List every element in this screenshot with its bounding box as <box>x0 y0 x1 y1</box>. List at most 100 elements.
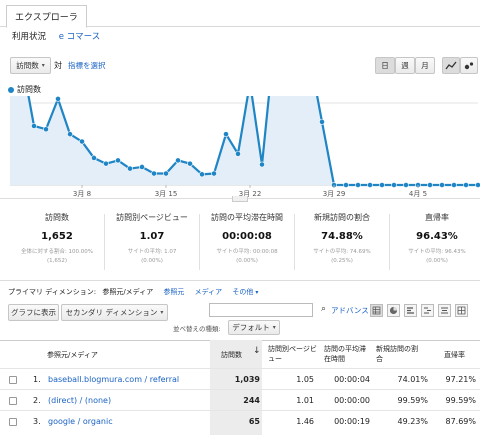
table-view-icon[interactable] <box>370 304 383 317</box>
row-source-link[interactable]: google / organic <box>48 417 113 426</box>
row-index: 3. <box>33 417 41 426</box>
bar-view-icon[interactable] <box>404 304 417 317</box>
data-point <box>91 155 97 161</box>
primary-dimension-row: プライマリ ディメンション: 参照元/メディア 参照元 メディア その他 ▾ <box>8 287 258 297</box>
data-point <box>343 182 349 188</box>
row-bounce-rate: 99.59% <box>445 396 476 405</box>
summary-metric-label: 訪問数 <box>45 213 69 222</box>
data-point <box>211 170 217 177</box>
summary-separator <box>389 214 390 270</box>
term-cloud-view-icon[interactable] <box>438 304 451 317</box>
table-search-input[interactable]: ⌕ <box>209 303 326 317</box>
summary-metric-comparison: (0.25%) <box>331 258 353 264</box>
data-point <box>151 170 157 177</box>
data-point <box>187 160 193 167</box>
row-checkbox[interactable] <box>9 397 17 405</box>
summary-metric-site-average: サイトの平均: 1.07 <box>127 249 177 255</box>
data-point <box>67 131 73 138</box>
data-point <box>451 182 457 188</box>
header-avg-duration[interactable]: 訪問の平均滞在時間 <box>324 344 366 364</box>
row-checkbox[interactable] <box>9 376 17 384</box>
data-point <box>439 182 445 188</box>
row-pages-per-visit: 1.46 <box>296 417 314 426</box>
header-pages-per-visit[interactable]: 訪問別ページビュー <box>268 344 320 364</box>
x-tick-label: 3月 29 <box>323 190 346 198</box>
subnav-usage[interactable]: 利用状況 <box>12 32 46 42</box>
select-metric-link[interactable]: 指標を選択 <box>68 60 106 71</box>
dimension-medium-link[interactable]: メディア <box>195 288 223 296</box>
tab-explorer[interactable]: エクスプローラ <box>6 5 87 28</box>
line-chart-icon[interactable] <box>442 57 460 74</box>
table-row: 2. (direct) / (none) 244 1.01 00:00:00 99.59%… <box>0 389 480 411</box>
row-index: 1. <box>33 375 41 384</box>
row-pages-per-visit: 1.05 <box>296 375 314 384</box>
summary-divider <box>0 280 480 281</box>
primary-dimension-label: プライマリ ディメンション: <box>8 288 97 296</box>
summary-metric: 新規訪問の割合 74.88% サイトの平均: 74.69% (0.25%) <box>295 212 389 266</box>
chevron-down-icon: ▾ <box>160 309 164 316</box>
summary-separator <box>104 214 105 270</box>
chevron-down-icon: ▾ <box>253 289 259 296</box>
data-point <box>367 182 373 188</box>
row-new-visits: 74.01% <box>397 375 428 384</box>
search-icon[interactable]: ⌕ <box>321 304 326 314</box>
row-pages-per-visit: 1.01 <box>296 396 314 405</box>
data-point <box>139 164 145 170</box>
row-visits: 244 <box>243 396 260 405</box>
summary-metric-value: 1.07 <box>139 231 165 242</box>
comparison-view-icon[interactable] <box>421 304 434 317</box>
data-point <box>319 118 325 125</box>
summary-metric-site-average: 全体に対する割合: 100.00% <box>20 249 94 255</box>
advanced-link[interactable]: アドバンス <box>331 305 369 316</box>
data-point <box>199 171 205 178</box>
metric-dropdown[interactable]: 訪問数 ▾ <box>10 57 51 74</box>
data-point <box>175 157 181 164</box>
summary-separator <box>199 214 200 270</box>
row-bounce-rate: 97.21% <box>445 375 476 384</box>
header-bounce-rate[interactable]: 直帰率 <box>444 350 465 360</box>
pie-view-icon[interactable] <box>387 304 400 317</box>
dimension-other-link[interactable]: その他 <box>232 288 253 296</box>
row-checkbox[interactable] <box>9 418 17 426</box>
pivot-view-icon[interactable] <box>455 304 468 317</box>
sort-type-label: 並べ替えの種類: <box>173 325 221 333</box>
row-visits: 65 <box>248 417 260 426</box>
period-week-button[interactable]: 週 <box>395 57 415 74</box>
data-point <box>103 160 109 167</box>
plot-rows-button[interactable]: グラフに表示 <box>8 304 59 321</box>
row-avg-duration: 00:00:19 <box>334 417 370 426</box>
row-new-visits: 49.23% <box>397 417 428 426</box>
header-source-medium[interactable]: 参照元/メディア <box>47 350 98 360</box>
data-point <box>235 150 241 157</box>
chevron-down-icon: ▾ <box>41 62 45 69</box>
header-visits[interactable]: 訪問数 <box>221 350 242 360</box>
sub-nav: 利用状況 e コマース <box>12 30 110 42</box>
dimension-current: 参照元/メディア <box>102 288 154 296</box>
row-source-link[interactable]: (direct) / (none) <box>48 396 111 405</box>
vs-label: 対 <box>54 61 62 70</box>
row-bounce-rate: 87.69% <box>445 417 476 426</box>
data-point <box>43 126 49 133</box>
summary-metric-value: 1,652 <box>41 231 73 242</box>
period-day-button[interactable]: 日 <box>375 57 395 74</box>
resize-handle[interactable] <box>232 196 248 202</box>
motion-chart-icon[interactable] <box>460 57 478 74</box>
secondary-dimension-dropdown[interactable]: セカンダリ ディメンション ▾ <box>61 304 168 321</box>
data-point <box>127 165 133 172</box>
subnav-ecommerce[interactable]: e コマース <box>59 32 101 42</box>
period-month-button[interactable]: 月 <box>415 57 435 74</box>
data-point <box>223 131 229 138</box>
data-point <box>427 182 433 188</box>
data-point <box>403 182 409 188</box>
visits-line-chart: 1002003月 83月 153月 223月 294月 5 <box>10 96 480 198</box>
row-source-link[interactable]: baseball.blogmura.com / referral <box>48 375 179 384</box>
x-tick-label: 4月 5 <box>409 190 427 198</box>
summary-metric-site-average: サイトの平均: 74.69% <box>313 249 371 255</box>
dimension-source-link[interactable]: 参照元 <box>163 288 184 296</box>
header-new-visits[interactable]: 新規訪問の割合 <box>376 344 422 364</box>
x-tick-label: 3月 15 <box>155 190 178 198</box>
summary-metric-site-average: サイトの平均: 00:00:08 <box>216 249 278 255</box>
chevron-down-icon: ▾ <box>272 324 276 331</box>
sort-type-dropdown[interactable]: デフォルト ▾ <box>228 320 280 335</box>
sort-type-value: デフォルト <box>232 323 270 332</box>
